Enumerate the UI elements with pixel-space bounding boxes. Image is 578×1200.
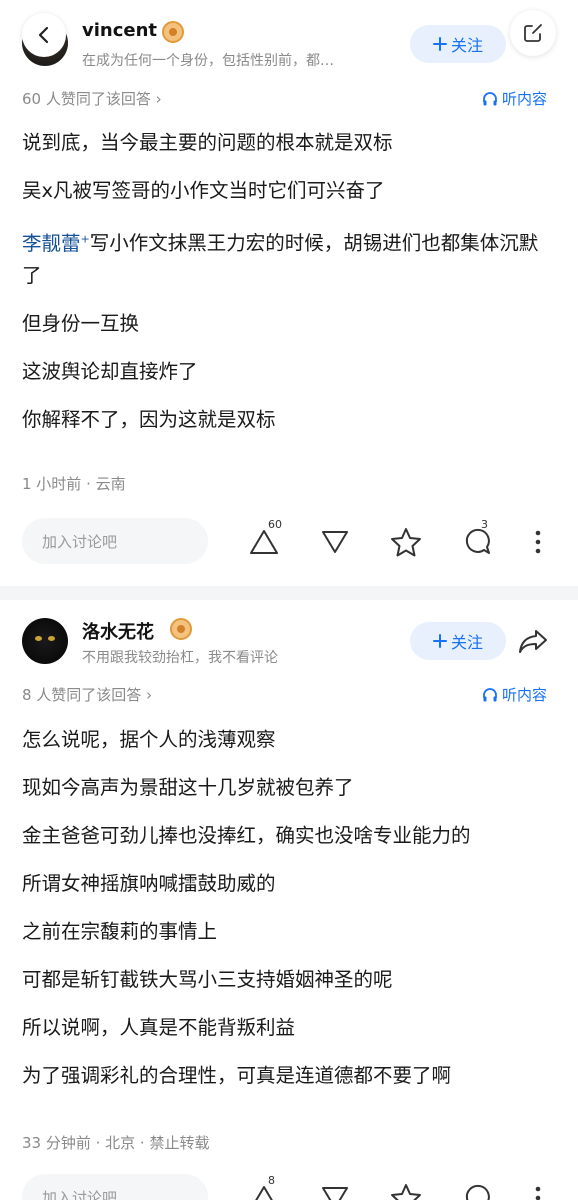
answer-card: vincent 在成为任何一个身份，包括性别前，都… 关注 60 人赞同了该回答… — [0, 0, 578, 586]
post-meta: 33 分钟前 · 北京 · 禁止转载 — [22, 1134, 210, 1152]
star-icon — [391, 528, 421, 557]
comment-count: 3 — [481, 518, 488, 531]
content-line: 但身份一互换 — [22, 311, 140, 335]
answer-card: 洛水无花 不用跟我较劲抬杠，我不看评论 关注 8 人赞同了该回答 › 听内容 怎… — [0, 600, 578, 1200]
share-button[interactable] — [510, 618, 556, 664]
content-line: 所谓女神摇旗呐喊擂鼓助威的 — [22, 872, 276, 895]
answer-header: vincent 在成为任何一个身份，包括性别前，都… 关注 — [0, 0, 578, 80]
author-bio: 在成为任何一个身份，包括性别前，都… — [82, 53, 334, 69]
author-name[interactable]: vincent — [82, 20, 157, 41]
edit-button[interactable] — [510, 10, 556, 56]
upvote-icon — [255, 1186, 273, 1200]
comment-button[interactable]: 3 — [459, 518, 495, 560]
section-divider — [0, 586, 578, 600]
content-line: 说到底，当今最主要的问题的根本就是双标 — [22, 131, 393, 154]
verified-badge-icon — [170, 618, 192, 640]
author-bio: 不用跟我较劲抬杠，我不看评论 — [82, 650, 278, 666]
person-link[interactable]: 李靓蕾+ — [22, 232, 90, 255]
comment-input[interactable]: 加入讨论吧 — [22, 518, 208, 564]
follow-button[interactable]: 关注 — [410, 25, 506, 63]
upvote-button[interactable]: 60 — [246, 518, 282, 560]
back-button[interactable] — [22, 13, 66, 57]
answer-content: 怎么说呢，据个人的浅薄观察 现如今高声为景甜这十几岁就被包养了 金主爸爸可劲儿捧… — [22, 724, 552, 1108]
downvote-icon — [322, 531, 348, 553]
downvote-button[interactable] — [317, 1180, 353, 1200]
avatar[interactable] — [22, 618, 68, 664]
action-bar: 加入讨论吧 60 3 — [0, 518, 578, 568]
listen-button[interactable]: 听内容 — [482, 684, 547, 705]
content-line: 李靓蕾+写小作文抹黑王力宏的时候，胡锡进们也都集体沉默了 — [22, 231, 539, 287]
upvote-button[interactable]: 8 — [246, 1174, 282, 1200]
content-line: 可都是斩钉截铁大骂小三支持婚姻神圣的呢 — [22, 968, 393, 991]
star-icon — [391, 1184, 421, 1200]
author-name[interactable]: 洛水无花 — [82, 618, 154, 644]
plus-icon — [432, 634, 447, 648]
favorite-button[interactable] — [388, 524, 424, 560]
comment-button[interactable] — [459, 1180, 495, 1200]
share-icon — [519, 630, 547, 653]
answer-header: 洛水无花 不用跟我较劲抬杠，我不看评论 关注 — [0, 600, 578, 680]
content-line: 怎么说呢，据个人的浅薄观察 — [22, 728, 276, 751]
headphones-icon — [483, 91, 497, 105]
comment-icon — [465, 528, 490, 554]
content-line: 所以说啊，人真是不能背叛利益 — [22, 1016, 296, 1039]
listen-label: 听内容 — [502, 686, 548, 704]
downvote-icon — [322, 1187, 348, 1200]
action-bar: 加入讨论吧 8 — [0, 1174, 578, 1200]
more-vertical-icon — [535, 530, 541, 554]
content-line: 你解释不了，因为这就是双标 — [22, 407, 276, 431]
follow-label: 关注 — [450, 633, 483, 652]
comment-input[interactable]: 加入讨论吧 — [22, 1174, 208, 1200]
headphones-icon — [483, 687, 497, 701]
more-vertical-icon — [535, 1186, 541, 1200]
post-meta: 1 小时前 · 云南 — [22, 475, 126, 493]
content-line: 金主爸爸可劲儿捧也没捧红，确实也没啥专业能力的 — [22, 824, 471, 847]
more-button[interactable] — [520, 524, 556, 560]
follow-button[interactable]: 关注 — [410, 622, 506, 660]
upvote-icon — [250, 530, 278, 554]
listen-button[interactable]: 听内容 — [482, 88, 547, 109]
content-line: 现如今高声为景甜这十几岁就被包养了 — [22, 776, 354, 799]
verified-badge-icon — [162, 21, 184, 43]
follow-label: 关注 — [450, 36, 483, 55]
edit-icon — [524, 24, 542, 42]
upvote-count: 8 — [268, 1174, 275, 1187]
plus-icon — [432, 37, 447, 51]
content-line: 为了强调彩礼的合理性，可真是连道德都不要了啊 — [22, 1064, 452, 1087]
favorite-button[interactable] — [388, 1180, 424, 1200]
chevron-left-icon — [38, 26, 49, 44]
content-line: 吴x凡被写签哥的小作文当时它们可兴奋了 — [22, 179, 385, 202]
answer-content: 说到底，当今最主要的问题的根本就是双标 吴x凡被写签哥的小作文当时它们可兴奋了 … — [22, 127, 552, 452]
more-button[interactable] — [520, 1180, 556, 1200]
agree-count[interactable]: 60 人赞同了该回答 › — [22, 88, 162, 109]
upvote-count: 60 — [268, 518, 282, 531]
comment-icon — [465, 1184, 490, 1200]
content-line: 这波舆论却直接炸了 — [22, 359, 198, 383]
content-line: 之前在宗馥莉的事情上 — [22, 920, 218, 943]
listen-label: 听内容 — [502, 90, 548, 108]
agree-count[interactable]: 8 人赞同了该回答 › — [22, 684, 152, 705]
downvote-button[interactable] — [317, 524, 353, 560]
